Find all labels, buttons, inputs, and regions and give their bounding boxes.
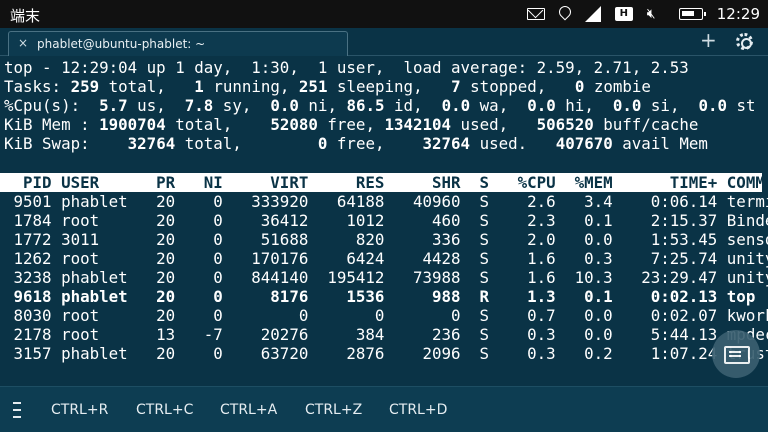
ctrl-c-button[interactable]: CTRL+C xyxy=(136,402,193,418)
tab-terminal[interactable]: × phablet@ubuntu-phablet: ~ xyxy=(8,31,348,56)
mail-icon xyxy=(526,8,545,20)
mem-line: KiB Mem : 1900704 total, 52080 free, 134… xyxy=(4,115,699,134)
clock: 12:29 xyxy=(716,5,760,23)
battery-icon xyxy=(678,8,706,20)
app-name: 端末 xyxy=(10,7,41,25)
signal-icon xyxy=(584,6,601,22)
process-row: 9618 phablet 20 0 8176 1536 988 R 1.3 0.… xyxy=(4,287,768,306)
terminal-output[interactable]: top - 12:29:04 up 1 day, 1:30, 1 user, l… xyxy=(0,56,768,386)
hspa-icon: H xyxy=(614,7,633,21)
ctrl-z-button[interactable]: CTRL+Z xyxy=(305,402,362,418)
top-uptime-line: top - 12:29:04 up 1 day, 1:30, 1 user, l… xyxy=(4,58,689,77)
tab-title: phablet@ubuntu-phablet: ~ xyxy=(37,37,206,51)
process-row: 2178 root 13 -7 20276 384 236 S 0.3 0.0 … xyxy=(4,325,768,344)
tab-bar: × phablet@ubuntu-phablet: ~ xyxy=(0,28,768,56)
mute-icon: 🔇︎ xyxy=(646,6,656,22)
ctrl-a-button[interactable]: CTRL+A xyxy=(220,402,277,418)
swap-line: KiB Swap: 32764 total, 0 free, 32764 use… xyxy=(4,134,708,153)
process-row: 1772 3011 20 0 51688 820 336 S 2.0 0.0 1… xyxy=(4,230,768,249)
shortcut-bar: CTRL+R CTRL+C CTRL+A CTRL+Z CTRL+D xyxy=(0,386,768,432)
menu-icon[interactable] xyxy=(13,402,21,418)
new-tab-icon[interactable]: + xyxy=(700,30,717,50)
close-tab-icon[interactable]: × xyxy=(18,36,28,50)
process-row: 1262 root 20 0 170176 6424 4428 S 1.6 0.… xyxy=(4,249,768,268)
location-icon xyxy=(559,6,571,22)
process-row: 9501 phablet 20 0 333920 64188 40960 S 2… xyxy=(4,192,768,211)
status-bar: 端末 H 🔇︎ 12:29 xyxy=(0,0,768,28)
process-row: 8030 root 20 0 0 0 0 S 0.7 0.0 0:02.07 k… xyxy=(4,306,768,325)
ctrl-d-button[interactable]: CTRL+D xyxy=(389,402,447,418)
process-row: 1784 root 20 0 36412 1012 460 S 2.3 0.1 … xyxy=(4,211,768,230)
tasks-line: Tasks: 259 total, 1 running, 251 sleepin… xyxy=(4,77,651,96)
keyboard-icon[interactable] xyxy=(712,330,760,378)
ctrl-r-button[interactable]: CTRL+R xyxy=(51,402,108,418)
process-table-header: PID USER PR NI VIRT RES SHR S %CPU %MEM … xyxy=(0,173,768,192)
process-row: 3238 phablet 20 0 844140 195412 73988 S … xyxy=(4,268,768,287)
cpu-line: %Cpu(s): 5.7 us, 7.8 sy, 0.0 ni, 86.5 id… xyxy=(4,96,756,115)
process-row: 3157 phablet 20 0 63720 2876 2096 S 0.3 … xyxy=(4,344,768,363)
gear-icon[interactable] xyxy=(736,33,753,50)
process-header-text: PID USER PR NI VIRT RES SHR S %CPU %MEM … xyxy=(4,173,768,192)
status-indicators[interactable]: H 🔇︎ 12:29 xyxy=(526,0,760,28)
